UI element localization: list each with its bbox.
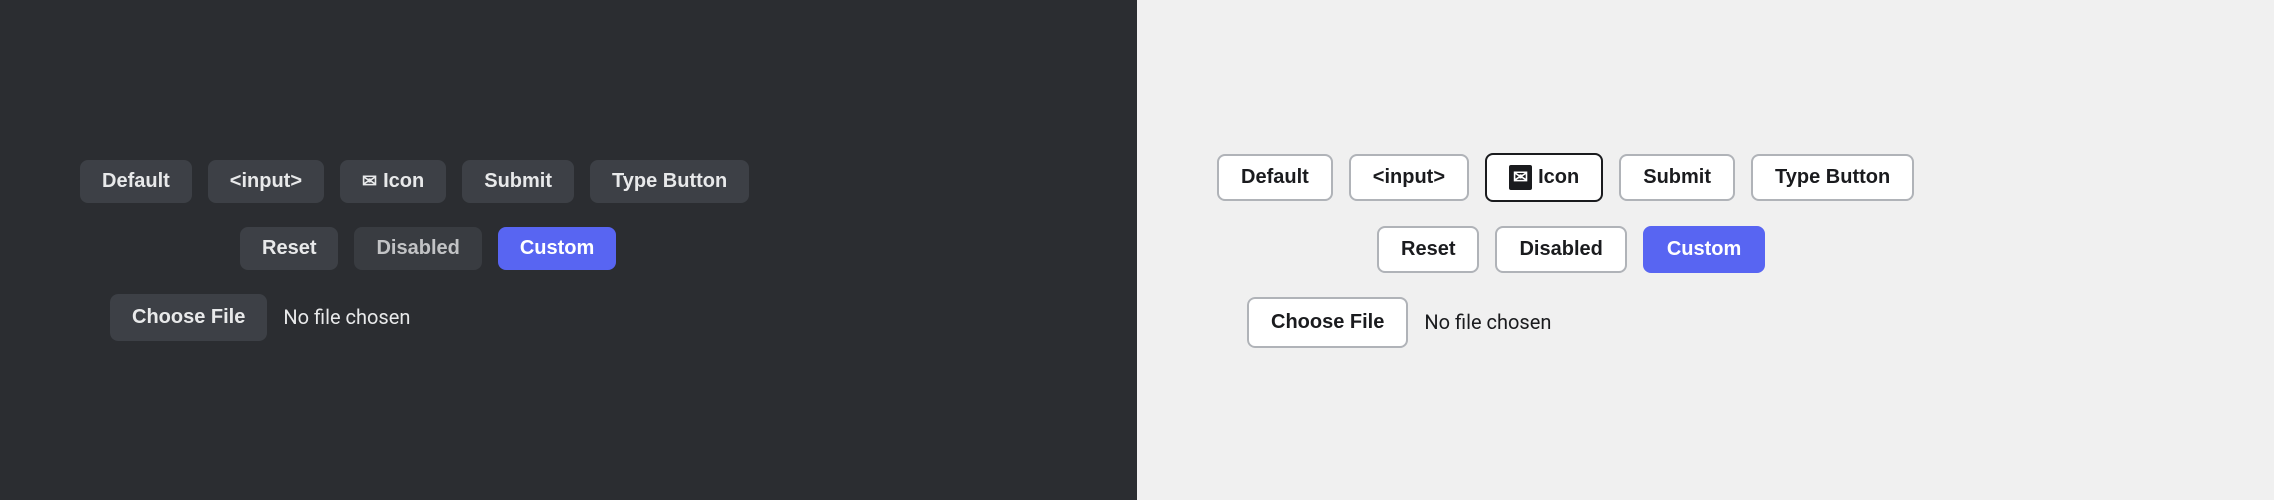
dark-reset-button[interactable]: Reset [240,227,338,270]
light-row-3: Choose File No file chosen [1217,297,1551,348]
dark-icon-button[interactable]: ✉ Icon [340,160,446,203]
dark-submit-button[interactable]: Submit [462,160,574,203]
light-row-1: Default <input> ✉ Icon Submit Type Butto… [1217,153,1914,202]
dark-icon-label: Icon [383,170,424,193]
light-icon-button[interactable]: ✉ Icon [1485,153,1603,202]
light-no-file-label: No file chosen [1408,310,1551,334]
dark-default-button[interactable]: Default [80,160,192,203]
dark-choose-file-button[interactable]: Choose File [110,294,267,341]
light-file-input-container[interactable]: Choose File No file chosen [1247,297,1551,348]
dark-panel: Default <input> ✉ Icon Submit Type Butto… [0,0,1137,500]
light-custom-button[interactable]: Custom [1643,226,1765,273]
light-reset-button[interactable]: Reset [1377,226,1479,273]
light-row-2: Reset Disabled Custom [1217,226,1765,273]
light-icon-label: Icon [1538,166,1579,189]
dark-custom-button[interactable]: Custom [498,227,616,270]
envelope-icon: ✉ [362,171,377,192]
light-disabled-button: Disabled [1495,226,1626,273]
light-submit-button[interactable]: Submit [1619,154,1735,201]
light-choose-file-button[interactable]: Choose File [1247,297,1408,348]
dark-row-2: Reset Disabled Custom [80,227,616,270]
light-input-button[interactable]: <input> [1349,154,1469,201]
dark-file-input-container[interactable]: Choose File No file chosen [110,294,410,341]
dark-disabled-button: Disabled [354,227,481,270]
dark-row-1: Default <input> ✉ Icon Submit Type Butto… [80,160,749,203]
envelope-icon-light: ✉ [1509,165,1532,190]
dark-input-button[interactable]: <input> [208,160,324,203]
dark-row-3: Choose File No file chosen [80,294,410,341]
dark-type-button[interactable]: Type Button [590,160,749,203]
light-default-button[interactable]: Default [1217,154,1333,201]
dark-no-file-label: No file chosen [267,305,410,329]
light-type-button[interactable]: Type Button [1751,154,1914,201]
light-panel: Default <input> ✉ Icon Submit Type Butto… [1137,0,2274,500]
